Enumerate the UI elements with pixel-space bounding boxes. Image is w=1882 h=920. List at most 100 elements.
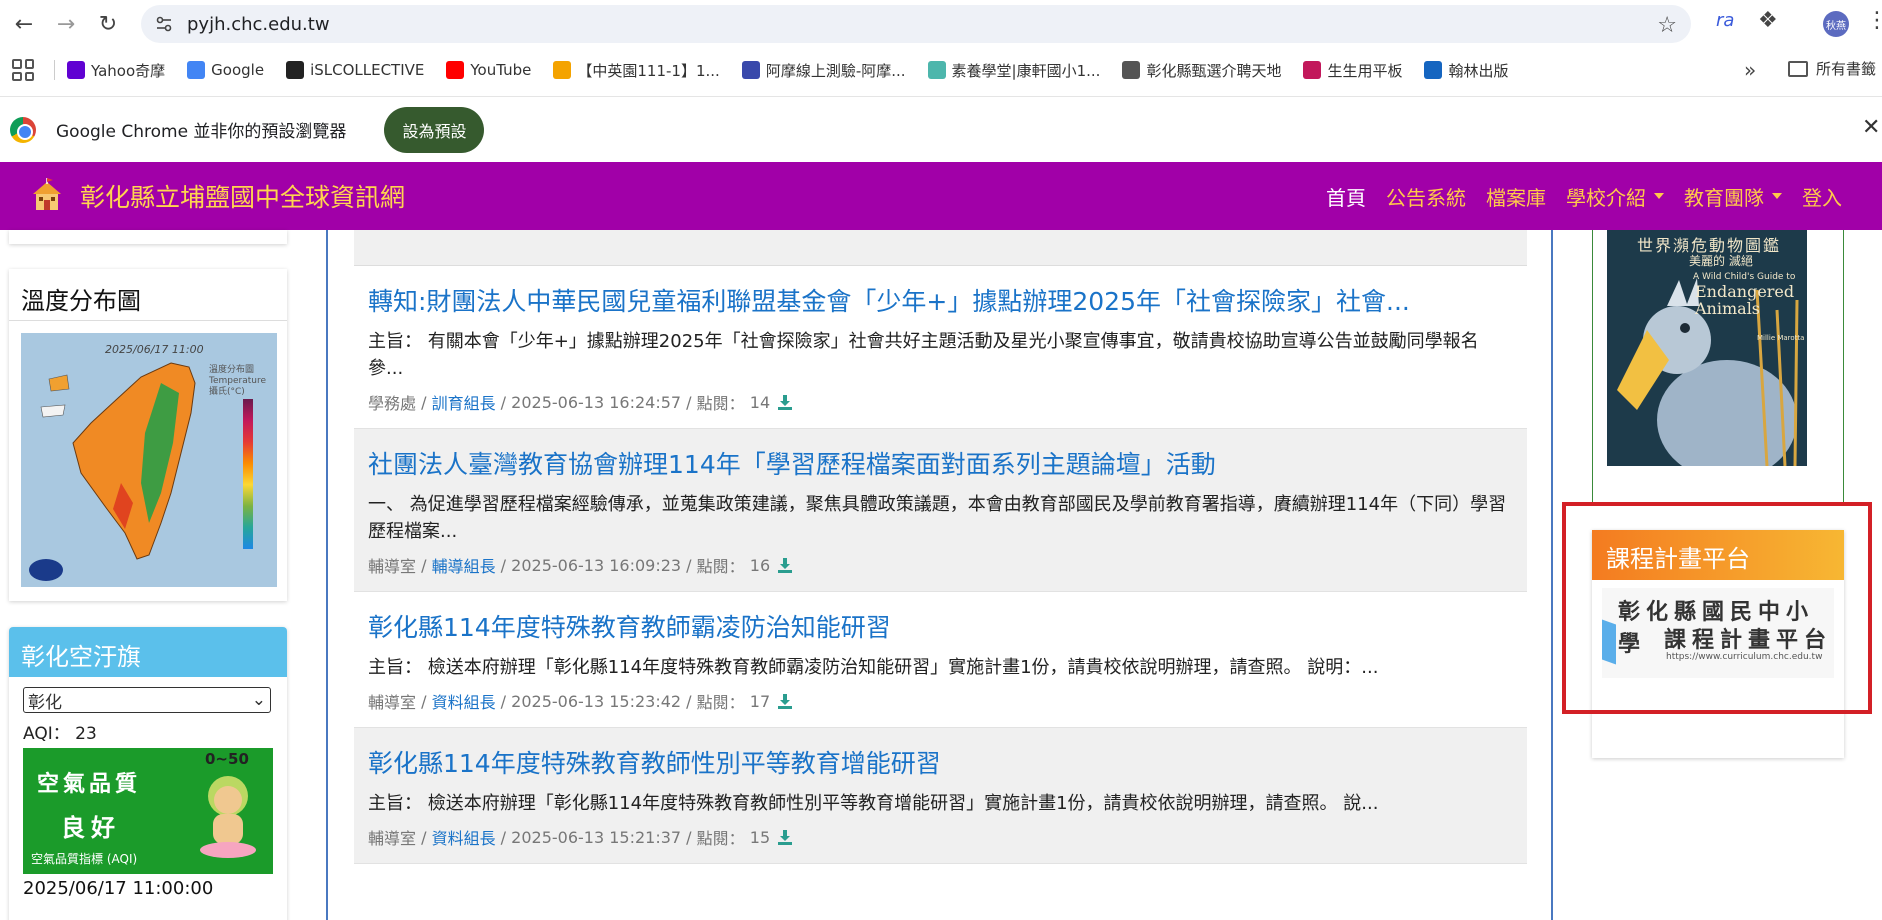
- bookmark-label: 【中英園111-1】1...: [577, 61, 720, 80]
- set-default-button[interactable]: 設為預設: [384, 106, 485, 153]
- download-icon[interactable]: [776, 692, 794, 710]
- download-icon[interactable]: [776, 556, 794, 574]
- youtube-icon: [446, 61, 465, 79]
- bookmark-item[interactable]: Yahoo奇摩: [67, 60, 165, 81]
- taiwan-map-icon: [40, 362, 196, 560]
- school-house-icon[interactable]: [28, 177, 66, 215]
- bookmark-item[interactable]: Google: [187, 61, 264, 79]
- extension-ra-icon[interactable]: ra: [1716, 10, 1734, 31]
- aqi-value-line: AQI： 23: [23, 719, 273, 744]
- site-nav: 首頁 公告系統 檔案庫 學校介紹 教育團隊 登入: [1306, 162, 1842, 230]
- aqi-station-value: 彰化: [28, 692, 62, 713]
- nav-item[interactable]: 首頁: [1326, 182, 1366, 211]
- news-datetime: 2025-06-13 16:09:23: [511, 555, 682, 575]
- news-summary: 一、 為促進學習歷程檔案經驗傳承，並蒐集政策建議，聚焦具體政策議題，本會由教育部…: [368, 494, 1507, 542]
- news-hits: 16: [749, 555, 771, 575]
- news-title-link[interactable]: 轉知:財團法人中華民國兒童福利聯盟基金會「少年+」據點辦理2025年「社會探險家…: [368, 282, 1513, 318]
- news-hits-label: 點閱：: [696, 394, 745, 413]
- book-card: 世界瀕危動物圖鑑 美麗的 滅絕 A Wild Child's Guide to …: [1592, 230, 1844, 504]
- bookmark-label: 素養學堂|康軒國小1...: [951, 61, 1101, 80]
- all-bookmarks-button[interactable]: 所有書籤: [1788, 58, 1876, 79]
- forward-icon[interactable]: →: [48, 6, 84, 42]
- address-url[interactable]: pyjh.chc.edu.tw: [187, 14, 330, 35]
- reload-icon[interactable]: ↻: [90, 6, 126, 42]
- book-title-en: Endangered Animals: [1695, 282, 1795, 318]
- news-role-link[interactable]: 訓育組長: [432, 390, 496, 414]
- nav-item-label: 登入: [1802, 185, 1842, 210]
- news-role-link[interactable]: 資料組長: [432, 689, 496, 713]
- caret-down-icon: [1654, 193, 1664, 199]
- news-title-link[interactable]: 彰化縣114年度特殊教育教師性別平等教育增能研習: [368, 744, 1513, 780]
- news-office: 學務處: [368, 394, 417, 413]
- download-icon[interactable]: [776, 828, 794, 846]
- aqi-station-select[interactable]: 彰化 ⌄: [23, 687, 271, 713]
- extensions-puzzle-icon[interactable]: ❖: [1758, 8, 1778, 33]
- news-summary: 主旨： 檢送本府辦理「彰化縣114年度特殊教育教師性別平等教育增能研習」實施計畫…: [368, 793, 1379, 814]
- kangxuan-icon: [927, 61, 946, 79]
- aqi-banner-caption: 空氣品質指標 (AQI): [31, 852, 138, 866]
- site-title[interactable]: 彰化縣立埔鹽國中全球資訊網: [80, 178, 405, 214]
- default-browser-infobar: Google Chrome 並非你的預設瀏覽器 設為預設 ✕: [0, 96, 1882, 162]
- book-subtitle-cn: 美麗的 滅絕: [1689, 254, 1753, 268]
- news-role-link[interactable]: 輔導組長: [432, 553, 496, 577]
- bookmark-star-icon[interactable]: ☆: [1657, 13, 1677, 38]
- pinwheel-icon: [553, 61, 572, 79]
- aqi-banner-line1: 空氣品質: [37, 772, 142, 797]
- bookmark-label: iSLCOLLECTIVE: [310, 61, 425, 79]
- news-office: 輔導室: [368, 693, 417, 712]
- aqi-banner-line2: 良好: [61, 814, 121, 842]
- nav-item-label: 公告系統: [1386, 185, 1466, 210]
- chevron-down-icon: ⌄: [251, 690, 266, 710]
- news-office: 輔導室: [368, 829, 417, 848]
- download-icon[interactable]: [776, 393, 794, 411]
- aqi-banner-range: 0~50: [205, 750, 249, 768]
- nav-item[interactable]: 公告系統: [1386, 182, 1466, 211]
- chrome-menu-icon[interactable]: ⋮: [1866, 8, 1882, 33]
- google-icon: [187, 61, 206, 79]
- address-bar[interactable]: pyjh.chc.edu.tw ☆: [141, 5, 1691, 43]
- news-summary: 主旨： 檢送本府辦理「彰化縣114年度特殊教育教師霸凌防治知能研習」實施計畫1份…: [368, 657, 1379, 678]
- isl-icon: [286, 61, 305, 79]
- bookmark-item[interactable]: 翰林出版: [1424, 60, 1509, 81]
- bookmark-item[interactable]: YouTube: [446, 61, 531, 79]
- temperature-scale: [243, 399, 253, 549]
- news-item: 社團法人臺灣教育協會辦理114年「學習歷程檔案面對面系列主題論壇」活動一、 為促…: [354, 429, 1527, 592]
- chrome-logo-icon: [10, 116, 36, 143]
- globe-icon: [1122, 61, 1141, 79]
- bookmark-item[interactable]: 【中英園111-1】1...: [553, 60, 720, 81]
- bookmark-label: 翰林出版: [1448, 61, 1509, 80]
- temperature-map[interactable]: 2025/06/17 11:00 溫度分布圖 Temperature 攝氏(°C…: [21, 333, 277, 587]
- bookmark-label: Google: [211, 61, 265, 79]
- bookmark-item[interactable]: 阿摩線上測驗-阿摩...: [741, 60, 906, 81]
- bookmark-item[interactable]: 素養學堂|康軒國小1...: [927, 60, 1101, 81]
- back-icon[interactable]: ←: [6, 6, 42, 42]
- news-hits-label: 點閱：: [696, 829, 745, 848]
- news-role-link[interactable]: 資料組長: [432, 825, 496, 849]
- profile-avatar[interactable]: 秋燕: [1823, 11, 1849, 37]
- nav-item[interactable]: 教育團隊: [1684, 182, 1782, 211]
- news-datetime: 2025-06-13 15:21:37: [511, 827, 682, 847]
- bookmark-label: 生生用平板: [1327, 61, 1403, 80]
- apps-grid-icon[interactable]: [12, 59, 34, 81]
- news-office: 輔導室: [368, 557, 417, 576]
- more-bookmarks-icon[interactable]: »: [1744, 58, 1756, 82]
- bookmark-item[interactable]: iSLCOLLECTIVE: [286, 61, 424, 79]
- nav-item[interactable]: 檔案庫: [1486, 182, 1546, 211]
- nav-item-label: 學校介紹: [1566, 185, 1646, 210]
- nav-item[interactable]: 登入: [1802, 182, 1842, 211]
- book-author: Millie Marotta: [1757, 334, 1805, 342]
- bookmark-item[interactable]: 生生用平板: [1303, 60, 1402, 81]
- news-title-link[interactable]: 社團法人臺灣教育協會辦理114年「學習歷程檔案面對面系列主題論壇」活動: [368, 445, 1513, 481]
- site-settings-icon[interactable]: [153, 13, 175, 35]
- all-bookmarks-label: 所有書籤: [1816, 60, 1877, 78]
- book-cover[interactable]: 世界瀕危動物圖鑑 美麗的 滅絕 A Wild Child's Guide to …: [1607, 230, 1807, 466]
- aqi-timestamp: 2025/06/17 11:00:00: [23, 878, 214, 899]
- browser-toolbar: ← → ↻ pyjh.chc.edu.tw ☆ ra ❖ 秋燕 ⋮: [0, 0, 1882, 48]
- close-infobar-icon[interactable]: ✕: [1862, 115, 1880, 140]
- news-item: 彰化縣114年度特殊教育教師霸凌防治知能研習主旨： 檢送本府辦理「彰化縣114年…: [354, 592, 1527, 728]
- bookmark-label: 阿摩線上測驗-阿摩...: [765, 61, 906, 80]
- bookmark-item[interactable]: 彰化縣甄選介聘天地: [1122, 60, 1281, 81]
- aqi-banner: 空氣品質 良好 空氣品質指標 (AQI) 0~50: [23, 748, 273, 874]
- nav-item[interactable]: 學校介紹: [1566, 182, 1664, 211]
- news-title-link[interactable]: 彰化縣114年度特殊教育教師霸凌防治知能研習: [368, 608, 1513, 644]
